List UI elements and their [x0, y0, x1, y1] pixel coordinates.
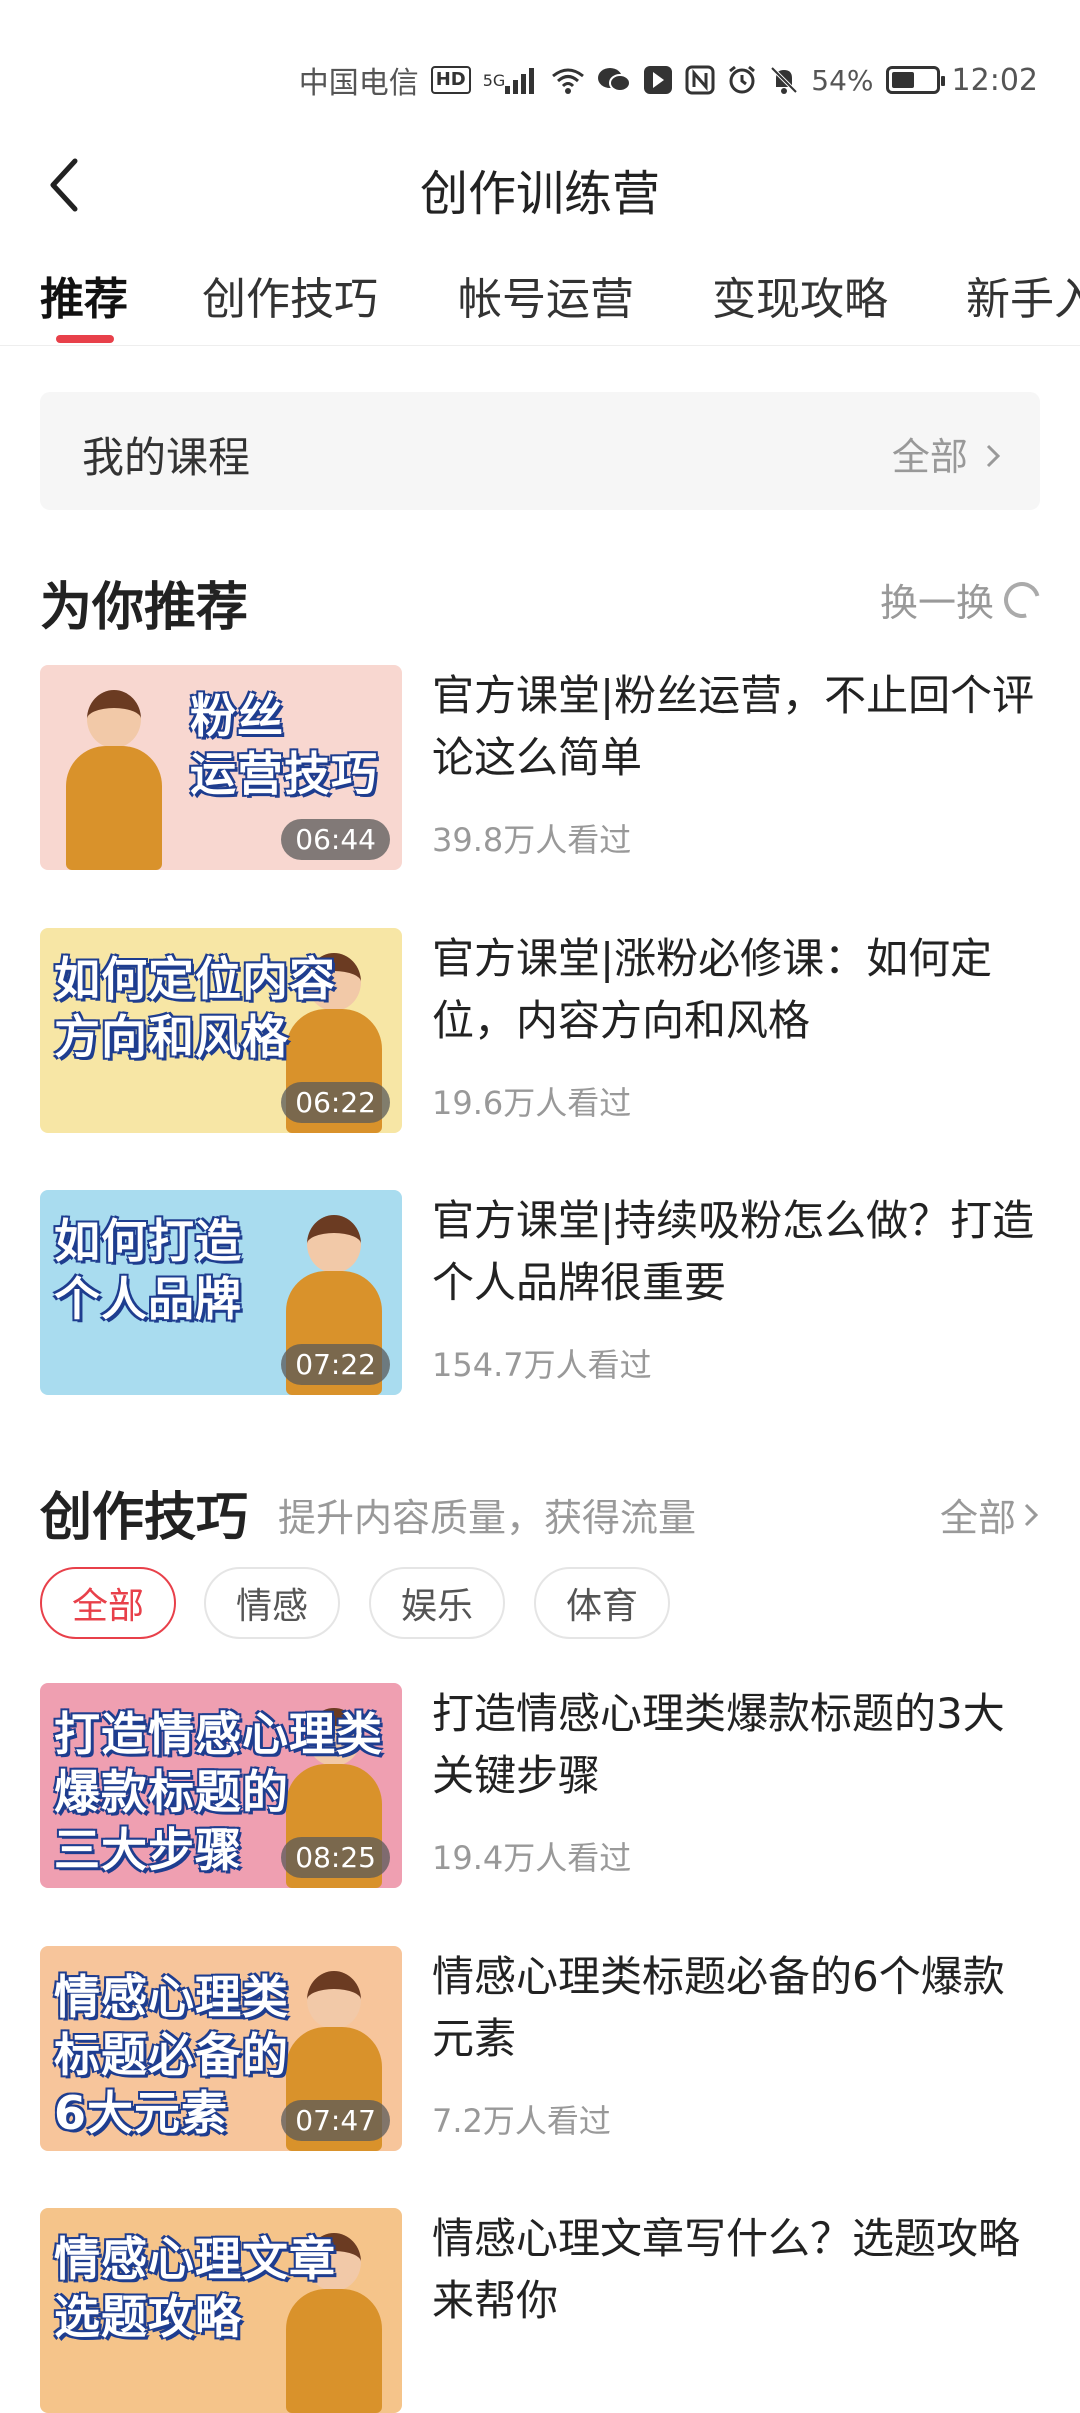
app-header: 创作训练营: [0, 140, 1080, 230]
course-thumbnail[interactable]: 情感心理文章 选题攻略: [40, 2208, 402, 2413]
tab-creation-skills[interactable]: 创作技巧: [202, 263, 378, 327]
thumbnail-caption: 粉丝 运营技巧: [190, 689, 378, 801]
presenter-image: [52, 680, 172, 870]
my-courses-all-link[interactable]: 全部: [892, 426, 1002, 481]
course-item[interactable]: 打造情感心理类 爆款标题的 三大步骤 08:25 打造情感心理类爆款标题的3大关键步…: [40, 1683, 1040, 1888]
tab-account-operation[interactable]: 帐号运营: [458, 263, 634, 327]
tab-beginner[interactable]: 新手入: [966, 263, 1080, 327]
status-icons: 中国电信 HD 5G 54% 12:02: [299, 58, 1038, 102]
active-tab-indicator: [56, 335, 114, 343]
skills-title: 创作技巧: [40, 1488, 249, 1548]
course-item[interactable]: 情感心理文章 选题攻略 情感心理文章写什么？选题攻略来帮你: [40, 2208, 1040, 2413]
course-thumbnail[interactable]: 粉丝 运营技巧 06:44: [40, 665, 402, 870]
status-bar: 中国电信 HD 5G 54% 12:02: [0, 0, 1080, 150]
duration-badge: 06:44: [281, 819, 390, 860]
wechat-icon: [597, 66, 632, 94]
battery-icon: [885, 66, 945, 94]
course-title[interactable]: 官方课堂|涨粉必修课：如何定位，内容方向和风格: [432, 928, 1042, 1052]
course-thumbnail[interactable]: 如何打造 个人品牌 07:22: [40, 1190, 402, 1395]
chip-emotion[interactable]: 情感: [204, 1567, 340, 1639]
app-icon: [643, 65, 673, 95]
course-item[interactable]: 粉丝 运营技巧 06:44 官方课堂|粉丝运营，不止回个评论这么简单 39.8万人看过: [40, 665, 1040, 870]
duration-badge: 06:22: [281, 1082, 390, 1123]
hd-badge: HD: [430, 66, 471, 94]
view-count: 19.4万人看过: [432, 1839, 632, 1877]
alarm-icon: [727, 65, 757, 95]
view-count: 154.7万人看过: [432, 1346, 652, 1384]
nfc-icon: [685, 65, 715, 95]
clock: 12:02: [951, 62, 1038, 98]
page-title: 创作训练营: [419, 166, 660, 222]
my-courses-label: 我的课程: [82, 433, 251, 482]
thumbnail-caption: 如何定位内容 方向和风格: [54, 952, 336, 1064]
chevron-right-icon: [1024, 1503, 1039, 1526]
carrier-label: 中国电信: [298, 66, 419, 101]
thumbnail-caption: 情感心理文章 选题攻略: [54, 2232, 336, 2344]
course-item[interactable]: 如何定位内容 方向和风格 06:22 官方课堂|涨粉必修课：如何定位，内容方向和风格…: [40, 928, 1040, 1133]
thumbnail-caption: 如何打造 个人品牌: [54, 1214, 242, 1326]
signal-icon: 5G: [483, 66, 540, 94]
recommend-title: 为你推荐: [40, 578, 249, 638]
refresh-button[interactable]: 换一换: [879, 572, 1047, 627]
course-item[interactable]: 情感心理类 标题必备的 6大元素 07:47 情感心理类标题必备的6个爆款元素 7.2…: [40, 1946, 1040, 2151]
battery-percent: 54%: [811, 63, 874, 97]
course-thumbnail[interactable]: 打造情感心理类 爆款标题的 三大步骤 08:25: [40, 1683, 402, 1888]
category-tabs: 推荐 创作技巧 帐号运营 变现攻略 新手入: [0, 255, 1080, 346]
course-title[interactable]: 官方课堂|粉丝运营，不止回个评论这么简单: [432, 665, 1042, 789]
view-count: 19.6万人看过: [432, 1084, 632, 1122]
course-title[interactable]: 官方课堂|持续吸粉怎么做？打造个人品牌很重要: [432, 1190, 1042, 1314]
mute-icon: [769, 65, 799, 95]
wifi-icon: [551, 66, 585, 94]
my-courses-bar[interactable]: 我的课程 全部: [40, 392, 1040, 510]
tab-recommend[interactable]: 推荐: [40, 263, 128, 327]
chip-entertainment[interactable]: 娱乐: [369, 1567, 505, 1639]
course-thumbnail[interactable]: 如何定位内容 方向和风格 06:22: [40, 928, 402, 1133]
view-count: 39.8万人看过: [432, 821, 632, 859]
course-thumbnail[interactable]: 情感心理类 标题必备的 6大元素 07:47: [40, 1946, 402, 2151]
chip-sports[interactable]: 体育: [534, 1567, 670, 1639]
course-title[interactable]: 打造情感心理类爆款标题的3大关键步骤: [432, 1683, 1042, 1807]
duration-badge: 08:25: [281, 1837, 390, 1878]
course-title[interactable]: 情感心理类标题必备的6个爆款元素: [432, 1946, 1042, 2070]
chip-all[interactable]: 全部: [40, 1567, 176, 1639]
course-title[interactable]: 情感心理文章写什么？选题攻略来帮你: [432, 2208, 1042, 2332]
duration-badge: 07:47: [281, 2100, 390, 2141]
refresh-label: 换一换: [879, 581, 994, 625]
skills-subtitle: 提升内容质量，获得流量: [278, 1496, 697, 1540]
view-count: 7.2万人看过: [432, 2102, 611, 2140]
chevron-right-icon: [986, 444, 1001, 468]
tab-monetization[interactable]: 变现攻略: [712, 263, 888, 327]
duration-badge: 07:22: [281, 1344, 390, 1385]
skills-all-link[interactable]: 全部: [940, 1487, 1040, 1542]
course-item[interactable]: 如何打造 个人品牌 07:22 官方课堂|持续吸粉怎么做？打造个人品牌很重要 154.…: [40, 1190, 1040, 1395]
refresh-icon: [997, 574, 1047, 625]
thumbnail-caption: 情感心理类 标题必备的 6大元素: [54, 1970, 289, 2140]
